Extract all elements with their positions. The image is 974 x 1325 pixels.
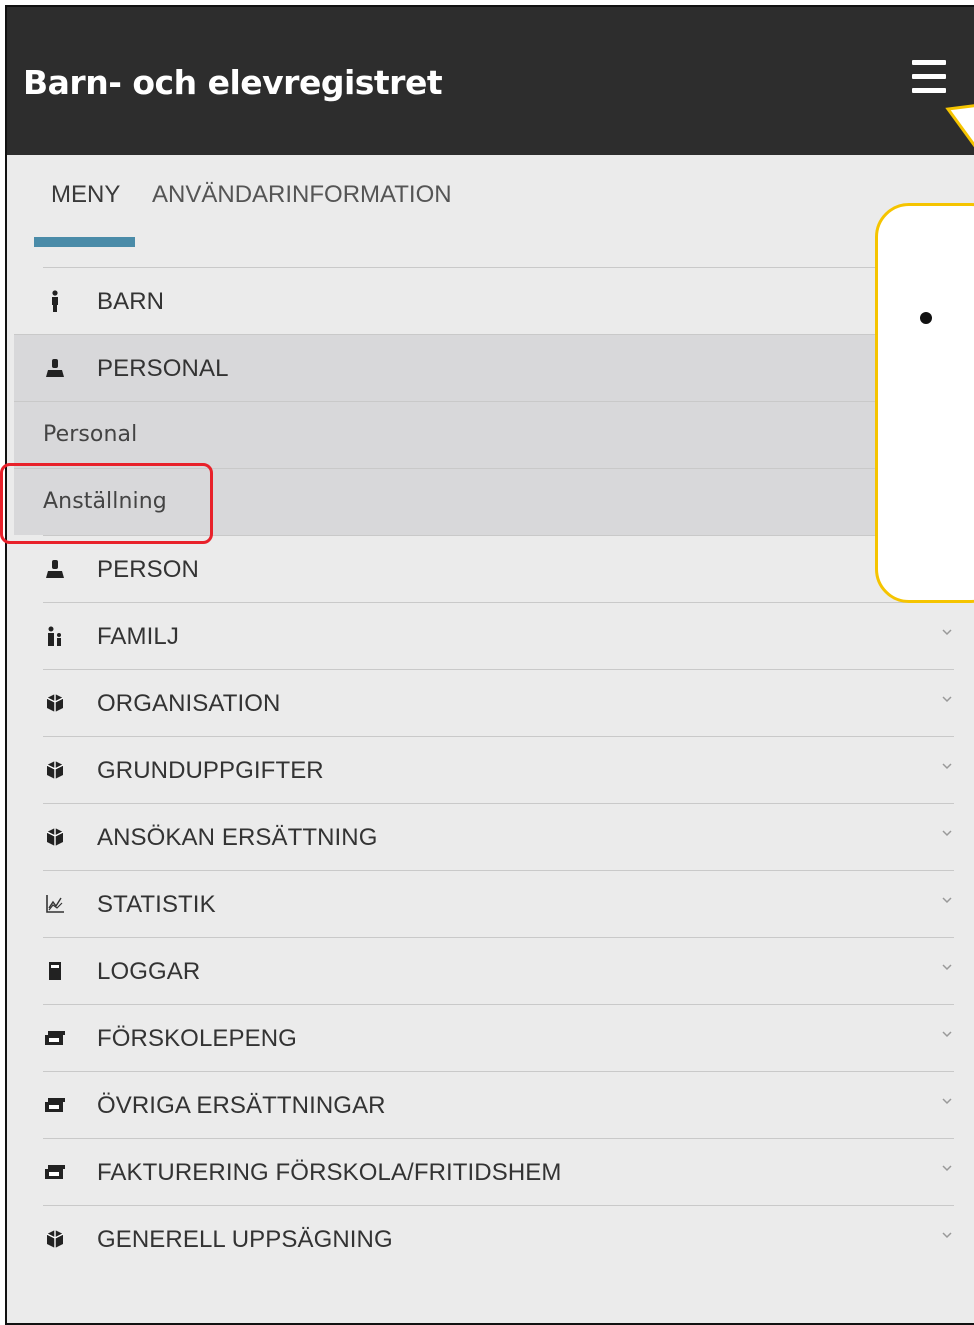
menu-item-ansokan-ersattning[interactable]: ANSÖKAN ERSÄTTNING — [43, 803, 954, 870]
hamburger-menu-icon[interactable] — [912, 60, 948, 94]
chevron-down-icon — [942, 1098, 952, 1105]
menu-item-familj[interactable]: FAMILJ — [43, 602, 954, 669]
book-icon — [43, 960, 67, 982]
app-title: Barn- och elevregistret — [23, 63, 443, 102]
chevron-down-icon — [942, 1031, 952, 1038]
cube-icon — [43, 759, 67, 781]
money-icon — [43, 1161, 67, 1183]
chevron-down-icon — [942, 964, 952, 971]
tab-bar: MENY ANVÄNDARINFORMATION — [7, 155, 974, 250]
chevron-down-icon — [942, 897, 952, 904]
active-tab-indicator — [34, 237, 135, 247]
person-icon — [43, 558, 67, 580]
menu-item-grunduppgifter[interactable]: GRUNDUPPGIFTER — [43, 736, 954, 803]
tab-anvandarinformation[interactable]: ANVÄNDARINFORMATION — [152, 181, 452, 209]
menu-item-personal[interactable]: PERSONAL — [14, 334, 954, 401]
chevron-down-icon — [942, 763, 952, 770]
chevron-down-icon — [942, 696, 952, 703]
menu-item-ovriga-ersattningar[interactable]: ÖVRIGA ERSÄTTNINGAR — [43, 1071, 954, 1138]
app-header: Barn- och elevregistret — [7, 7, 974, 155]
chevron-down-icon — [942, 1232, 952, 1239]
menu-item-loggar[interactable]: LOGGAR — [43, 937, 954, 1004]
money-icon — [43, 1094, 67, 1116]
tab-meny[interactable]: MENY — [51, 181, 120, 209]
submenu-item-anstallning[interactable]: Anställning — [14, 468, 954, 535]
chevron-down-icon — [942, 629, 952, 636]
menu-item-person[interactable]: PERSON — [43, 535, 954, 602]
app-frame: Barn- och elevregistret MENY ANVÄNDARINF… — [5, 5, 974, 1325]
menu-item-generell-uppsagning[interactable]: GENERELL UPPSÄGNING — [43, 1205, 954, 1272]
family-icon — [43, 625, 67, 647]
menu-item-organisation[interactable]: ORGANISATION — [43, 669, 954, 736]
callout-box — [875, 203, 974, 603]
person-icon — [43, 357, 67, 379]
side-menu: BARN PERSONAL Personal Anställning PERSO… — [14, 267, 954, 1272]
submenu-item-personal[interactable]: Personal — [14, 401, 954, 468]
menu-item-barn[interactable]: BARN — [43, 267, 954, 334]
menu-item-forskolepeng[interactable]: FÖRSKOLEPENG — [43, 1004, 954, 1071]
menu-item-fakturering[interactable]: FAKTURERING FÖRSKOLA/FRITIDSHEM — [43, 1138, 954, 1205]
chart-icon — [43, 893, 67, 915]
callout-pointer — [945, 104, 974, 148]
cube-icon — [43, 826, 67, 848]
chevron-down-icon — [942, 830, 952, 837]
child-icon — [43, 290, 67, 312]
cube-icon — [43, 692, 67, 714]
cube-icon — [43, 1228, 67, 1250]
money-icon — [43, 1027, 67, 1049]
callout-bullet — [920, 312, 932, 324]
chevron-down-icon — [942, 1165, 952, 1172]
menu-item-statistik[interactable]: STATISTIK — [43, 870, 954, 937]
